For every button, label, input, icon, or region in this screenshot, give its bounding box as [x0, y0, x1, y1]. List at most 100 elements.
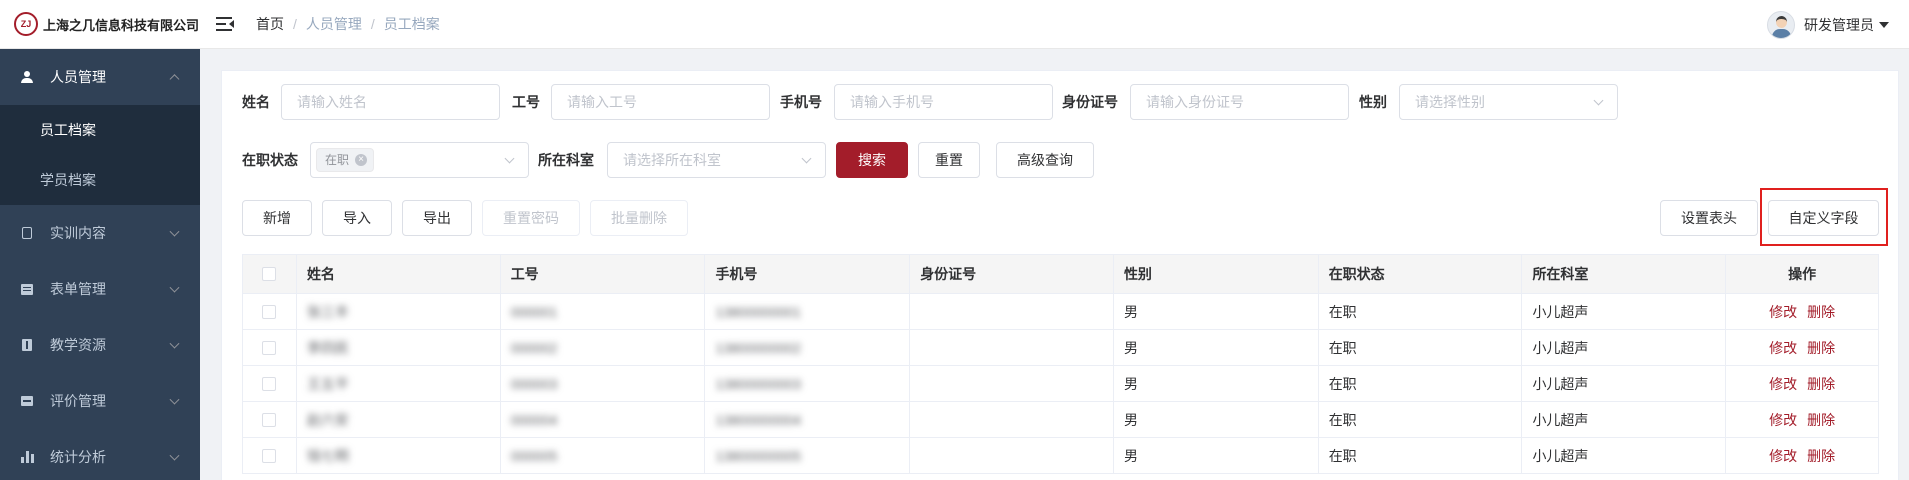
delete-link[interactable]: 删除 [1807, 302, 1835, 322]
id-card-label: 身份证号 [1062, 94, 1118, 110]
cell-emp-no: 000003 [501, 366, 706, 401]
user-dropdown[interactable]: 研发管理员 [1767, 0, 1889, 49]
sidebar-item-student-records[interactable]: 学员档案 [0, 155, 200, 205]
edit-link[interactable]: 修改 [1769, 374, 1797, 394]
cell-status: 在职 [1319, 366, 1523, 401]
row-check-cell [243, 402, 297, 437]
cell-emp-no-value: 000005 [510, 447, 558, 464]
row-checkbox[interactable] [262, 448, 277, 463]
status-select[interactable]: 在职 × [310, 142, 529, 178]
cell-phone-value: 13800000004 [715, 411, 802, 428]
employee-table: 姓名 工号 手机号 身份证号 性别 在职状态 所在科室 操作 张三丰 00000… [242, 254, 1879, 474]
user-icon [20, 70, 34, 84]
cell-name: 张三丰 [297, 294, 501, 329]
cell-gender: 男 [1114, 366, 1319, 401]
training-icon [20, 226, 34, 240]
sidebar-group-label: 评价管理 [50, 393, 106, 409]
cell-emp-no-value: 000002 [510, 339, 558, 356]
cell-name-value: 王五平 [306, 375, 349, 392]
row-checkbox[interactable] [262, 412, 277, 427]
breadcrumb-home[interactable]: 首页 [256, 14, 284, 34]
cell-emp-no: 000005 [501, 438, 706, 473]
sidebar-group-label: 表单管理 [50, 281, 106, 297]
batch-delete-button[interactable]: 批量删除 [590, 200, 688, 236]
cell-status: 在职 [1319, 438, 1523, 473]
edit-link[interactable]: 修改 [1769, 410, 1797, 430]
close-icon[interactable]: × [355, 154, 368, 166]
table-row: 李四民 000002 13800000002 男 在职 小儿超声 修改 删除 [243, 330, 1878, 366]
cell-id-card [910, 330, 1114, 365]
cell-phone-value: 13800000001 [715, 303, 802, 320]
dept-select[interactable]: 请选择所在科室 [607, 142, 826, 178]
search-button[interactable]: 搜索 [836, 142, 908, 178]
sidebar-group-evaluation-management[interactable]: 评价管理 [0, 373, 200, 429]
hamburger-fold-icon[interactable] [216, 16, 234, 32]
breadcrumb-employee-records: 员工档案 [383, 16, 440, 32]
set-header-button[interactable]: 设置表头 [1660, 200, 1758, 236]
chevron-down-icon [169, 338, 180, 349]
sidebar-group-people-management[interactable]: 人员管理 [0, 49, 200, 105]
cell-gender: 男 [1114, 294, 1319, 329]
cell-status: 在职 [1319, 402, 1523, 437]
advanced-search-button[interactable]: 高级查询 [996, 142, 1094, 178]
cell-emp-no-value: 000004 [510, 411, 558, 428]
column-header-id-card: 身份证号 [910, 255, 1114, 293]
stats-icon [20, 450, 34, 464]
sidebar-group-label: 统计分析 [50, 449, 106, 465]
phone-label: 手机号 [780, 94, 822, 110]
breadcrumb-separator: / [370, 16, 375, 32]
cell-emp-no: 000004 [501, 402, 706, 437]
delete-link[interactable]: 删除 [1807, 374, 1835, 394]
id-card-input[interactable]: 请输入身份证号 [1130, 84, 1349, 120]
cell-emp-no: 000002 [501, 330, 706, 365]
sidebar-group-form-management[interactable]: 表单管理 [0, 261, 200, 317]
cell-phone: 13800000001 [705, 294, 911, 329]
sidebar-group-statistics[interactable]: 统计分析 [0, 429, 200, 480]
select-all-checkbox[interactable] [262, 267, 277, 281]
gender-label: 性别 [1359, 94, 1387, 110]
chevron-down-icon [801, 153, 812, 164]
edit-link[interactable]: 修改 [1769, 302, 1797, 322]
sidebar-group-teaching-resources[interactable]: 教学资源 [0, 317, 200, 373]
row-checkbox[interactable] [262, 340, 277, 355]
breadcrumb-people-management: 人员管理 [305, 16, 362, 32]
cell-name: 李四民 [297, 330, 501, 365]
delete-link[interactable]: 删除 [1807, 338, 1835, 358]
cell-dept: 小儿超声 [1522, 438, 1727, 473]
submenu-people-management: 员工档案 学员档案 [0, 105, 200, 205]
name-input[interactable]: 请输入姓名 [281, 84, 500, 120]
cell-gender: 男 [1114, 330, 1319, 365]
cell-name-value: 赵六安 [306, 411, 349, 428]
breadcrumb-separator: / [293, 16, 297, 32]
cell-name-value: 李四民 [306, 339, 349, 356]
cell-dept: 小儿超声 [1522, 330, 1727, 365]
delete-link[interactable]: 删除 [1807, 410, 1835, 430]
table-body: 张三丰 000001 13800000001 男 在职 小儿超声 修改 删除 李… [243, 294, 1878, 474]
sidebar-group-training-content[interactable]: 实训内容 [0, 205, 200, 261]
add-button[interactable]: 新增 [242, 200, 312, 236]
row-checkbox[interactable] [262, 376, 277, 391]
delete-link[interactable]: 删除 [1807, 446, 1835, 466]
cell-phone: 13800000002 [705, 330, 911, 365]
phone-input[interactable]: 请输入手机号 [834, 84, 1053, 120]
column-header-phone: 手机号 [705, 255, 911, 293]
column-header-name: 姓名 [297, 255, 501, 293]
reset-button[interactable]: 重置 [918, 142, 980, 178]
column-header-emp-no: 工号 [501, 255, 706, 293]
edit-link[interactable]: 修改 [1769, 446, 1797, 466]
edit-link[interactable]: 修改 [1769, 338, 1797, 358]
export-button[interactable]: 导出 [402, 200, 472, 236]
sidebar-item-employee-records[interactable]: 员工档案 [0, 105, 200, 155]
import-button[interactable]: 导入 [322, 200, 392, 236]
cell-status: 在职 [1319, 294, 1523, 329]
reset-password-button[interactable]: 重置密码 [482, 200, 580, 236]
gender-select[interactable]: 请选择性别 [1399, 84, 1618, 120]
row-checkbox[interactable] [262, 304, 277, 319]
cell-emp-no-value: 000001 [510, 303, 558, 320]
cell-gender: 男 [1114, 402, 1319, 437]
emp-no-label: 工号 [512, 94, 540, 110]
emp-no-input[interactable]: 请输入工号 [551, 84, 770, 120]
cell-name: 赵六安 [297, 402, 501, 437]
cell-name: 王五平 [297, 366, 501, 401]
cell-gender: 男 [1114, 438, 1319, 473]
